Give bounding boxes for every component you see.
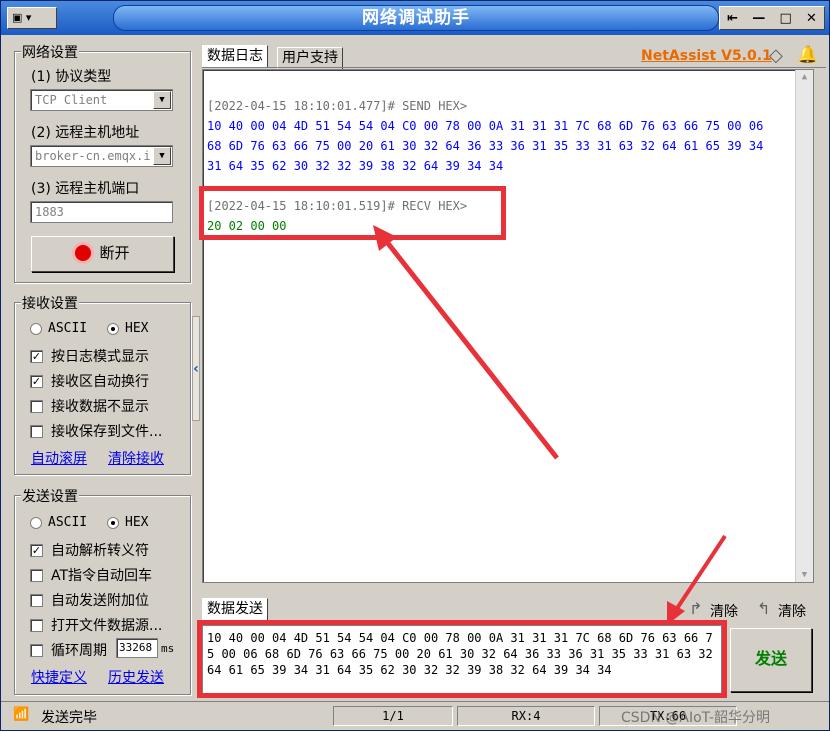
watermark: CSDN @AIoT-韶华分明 xyxy=(621,710,770,726)
status-rx: RX:4 xyxy=(457,706,595,726)
status-text: 发送完毕 xyxy=(41,710,97,726)
status-icon: 📶 xyxy=(13,707,30,722)
status-bar: 📶 发送完毕 1/1 RX:4 TX:66 CSDN @AIoT-韶华分明 xyxy=(1,701,829,730)
annotation-arrows xyxy=(373,225,727,625)
status-page: 1/1 xyxy=(333,706,453,726)
app-window: ▣ ▾ 网络调试助手 ⇤ — □ ✕ 网络设置 (1) 协议类型 TCP Cli… xyxy=(0,0,830,731)
